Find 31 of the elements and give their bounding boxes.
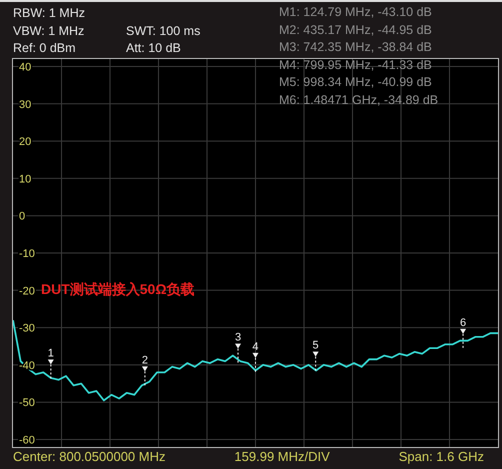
- marker-readout: M3: 742.35 MHz, -38.84 dB: [279, 39, 433, 56]
- marker-flag: 5: [312, 340, 319, 374]
- y-axis-label: -30: [19, 322, 35, 335]
- marker-flag: 1: [48, 348, 54, 381]
- marker-readout: M6: 1.48471 GHz, -34.89 dB: [279, 92, 438, 109]
- span-label: Span: 1.6 GHz: [398, 449, 484, 464]
- marker-flag: 2: [142, 354, 148, 388]
- marker-readout: M5: 998.34 MHz, -40.99 dB: [279, 74, 433, 92]
- marker-readout: M1: 124.79 MHz, -43.10 dB: [279, 4, 433, 21]
- marker-flag: 6: [460, 316, 466, 350]
- y-axis-label: 20: [19, 136, 32, 148]
- y-axis-label: 40: [19, 61, 32, 74]
- setting-label: Att: 10 dB: [126, 40, 182, 57]
- y-axis-label: -60: [19, 434, 35, 447]
- setting-label: SWT: 100 ms: [126, 22, 202, 40]
- annotation-text: DUT测试端接入50Ω负载: [41, 281, 195, 299]
- y-axis-label: -10: [19, 248, 35, 260]
- y-axis-label: 0: [19, 210, 26, 223]
- setting-label: VBW: 1 MHz: [13, 22, 86, 40]
- marker-readout: M2: 435.17 MHz, -44.95 dB: [279, 22, 433, 39]
- marker-flag: 3: [234, 332, 242, 366]
- marker-readout: M4: 799.95 MHz, -41.33 dB: [279, 56, 433, 74]
- scale-per-division: 159.99 MHz/DIV: [234, 449, 330, 464]
- center-frequency: Center: 800.0500000 MHz: [13, 449, 166, 464]
- setting-label: RBW: 1 MHz: [13, 5, 86, 22]
- y-axis-label: 10: [19, 173, 32, 186]
- y-axis-label: 30: [19, 98, 32, 111]
- y-axis-label: -50: [19, 397, 35, 410]
- setting-label: Ref: 0 dBm: [13, 40, 77, 57]
- y-axis-label: -20: [19, 285, 35, 298]
- marker-flag: 4: [252, 340, 259, 374]
